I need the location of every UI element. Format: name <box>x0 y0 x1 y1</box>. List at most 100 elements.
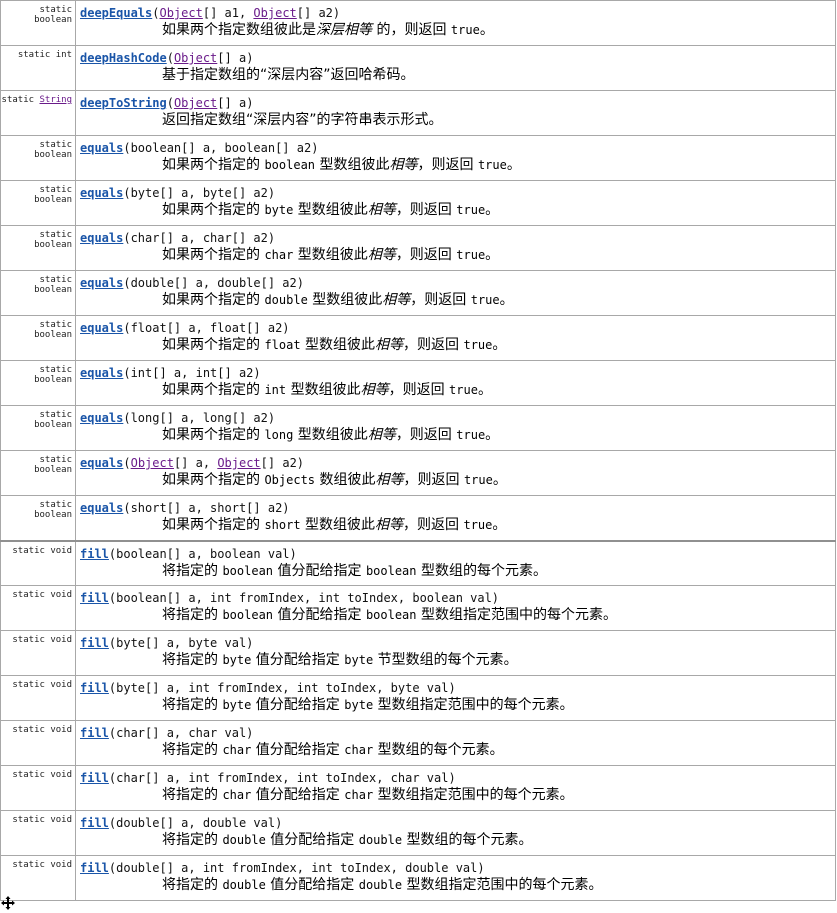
type-link[interactable]: Object <box>159 6 202 20</box>
code-text: boolean <box>222 608 274 622</box>
method-link-fill[interactable]: fill <box>80 726 109 740</box>
code-text: true <box>463 518 493 532</box>
modifier-cell: static boolean <box>0 405 76 451</box>
method-description: 如果两个指定的 double 型数组彼此相等，则返回 true。 <box>80 291 835 309</box>
code-text: true <box>463 473 493 487</box>
code-text: byte <box>344 698 374 712</box>
method-link-equals[interactable]: equals <box>80 276 123 290</box>
modifier-cell: static String <box>0 90 76 136</box>
code-text: byte <box>264 203 294 217</box>
method-link-deepHashCode[interactable]: deepHashCode <box>80 51 167 65</box>
param-text: (boolean[] a, boolean val) <box>108 546 297 561</box>
method-link-fill[interactable]: fill <box>80 816 109 830</box>
modifier-text: static void <box>12 770 72 780</box>
modifier-cell: static void <box>0 810 76 856</box>
method-link-equals[interactable]: equals <box>80 231 123 245</box>
param-text: (char[] a, char val) <box>108 726 254 740</box>
type-link[interactable]: Object <box>174 51 217 65</box>
code-text: byte <box>222 653 252 667</box>
param-text: [] a1, <box>202 6 254 20</box>
desc-text: 如果两个指定的 <box>162 517 265 533</box>
method-link-equals[interactable]: equals <box>80 321 123 335</box>
method-link-equals[interactable]: equals <box>80 411 123 425</box>
desc-text: ，则返回 <box>403 472 464 488</box>
method-link-equals[interactable]: equals <box>80 456 123 470</box>
type-link[interactable]: Object <box>131 456 174 470</box>
desc-text: 将指定的 <box>162 877 223 893</box>
code-text: true <box>449 383 478 397</box>
signature-cell: equals(float[] a, float[] a2) 如果两个指定的 flo… <box>75 315 836 361</box>
desc-text: ，则返回 <box>395 427 457 443</box>
method-link-fill[interactable]: fill <box>80 771 109 785</box>
desc-text: 如果两个指定数组彼此是 <box>162 22 316 38</box>
desc-text: 如果两个指定的 <box>162 382 265 398</box>
type-link[interactable]: Object <box>174 96 217 110</box>
desc-text: ，则返回 <box>395 202 457 218</box>
param-text: (double[] a, double val) <box>108 816 283 830</box>
method-signature: equals(byte[] a, byte[] a2) <box>80 185 835 201</box>
method-link-fill[interactable]: fill <box>80 681 109 695</box>
desc-text: 值分配给指定 <box>265 877 359 893</box>
method-link-deepToString[interactable]: deepToString <box>80 96 167 110</box>
signature-cell: equals(Object[] a, Object[] a2) 如果两个指定的 O… <box>75 450 836 496</box>
method-link-equals[interactable]: equals <box>80 186 123 200</box>
desc-text: ，则返回 <box>403 517 464 533</box>
method-description: 如果两个指定的 char 型数组彼此相等，则返回 true。 <box>80 246 835 264</box>
method-link-fill[interactable]: fill <box>80 547 109 561</box>
desc-text: 值分配给指定 <box>265 832 359 848</box>
modifier-text: static void <box>12 545 72 556</box>
method-description: 将指定的 char 值分配给指定 char 型数组指定范围中的每个元素。 <box>80 786 835 804</box>
desc-text: 。 <box>485 247 500 263</box>
method-link-fill[interactable]: fill <box>80 636 109 650</box>
desc-text: 值分配给指定 <box>251 697 345 713</box>
param-text: [] a2) <box>296 6 341 20</box>
signature-cell: equals(byte[] a, byte[] a2) 如果两个指定的 byte … <box>75 180 836 226</box>
modifier-text: static boolean <box>34 320 72 340</box>
method-link-fill[interactable]: fill <box>80 591 109 605</box>
code-text: true <box>450 23 480 37</box>
modifier-text: static void <box>12 590 72 600</box>
method-link-equals[interactable]: equals <box>80 141 123 155</box>
desc-text: 。 <box>485 427 500 443</box>
table-row: static boolean equals(float[] a, float[] … <box>0 315 836 361</box>
signature-cell: deepToString(Object[] a) 返回指定数组“深层内容”的字符串… <box>75 90 836 136</box>
modifier-cell: static void <box>0 630 76 676</box>
type-link[interactable]: Object <box>253 6 296 20</box>
signature-cell: fill(boolean[] a, boolean val) 将指定的 boole… <box>75 539 836 586</box>
desc-text: 值分配给指定 <box>251 787 345 803</box>
table-row: static boolean equals(short[] a, short[] … <box>0 495 836 541</box>
modifier-text: static boolean <box>34 140 72 160</box>
desc-text: ，则返回 <box>403 337 464 353</box>
code-text: char <box>222 743 252 757</box>
method-description: 如果两个指定的 short 型数组彼此相等，则返回 true。 <box>80 516 835 534</box>
method-link-deepEquals[interactable]: deepEquals <box>80 6 152 20</box>
modifier-text: static boolean <box>34 230 72 250</box>
desc-text: 。 <box>492 337 507 353</box>
method-link-fill[interactable]: fill <box>80 861 109 875</box>
signature-cell: fill(char[] a, int fromIndex, int toInde… <box>75 765 836 811</box>
code-text: byte <box>222 698 252 712</box>
desc-text: 将指定的 <box>162 742 223 758</box>
desc-text: 基于指定数组的“深层内容”返回哈希码。 <box>162 67 415 83</box>
method-link-equals[interactable]: equals <box>80 366 123 380</box>
table-row: static void fill(double[] a, double val) 将… <box>0 810 836 856</box>
desc-text: 型数组的每个元素。 <box>416 562 547 579</box>
table-row: static void fill(double[] a, int fromInde… <box>0 855 836 901</box>
method-signature: fill(boolean[] a, boolean val) <box>80 546 835 562</box>
modifier-cell: static boolean <box>0 180 76 226</box>
method-signature: equals(boolean[] a, boolean[] a2) <box>80 140 835 156</box>
code-text: true <box>456 203 486 217</box>
method-signature: equals(long[] a, long[] a2) <box>80 410 835 426</box>
return-type-link[interactable]: String <box>39 95 72 105</box>
param-text: (long[] a, long[] a2) <box>123 411 276 425</box>
modifier-cell: static void <box>0 855 76 901</box>
desc-text: 型数组指定范围中的每个元素。 <box>416 607 617 623</box>
method-summary-table: static boolean deepEquals(Object[] a1, Ob… <box>0 0 836 901</box>
desc-text: 节型数组的每个元素。 <box>373 652 518 668</box>
type-link[interactable]: Object <box>217 456 260 470</box>
desc-text: 将指定的 <box>162 832 223 848</box>
param-text: (float[] a, float[] a2) <box>123 321 290 335</box>
modifier-cell: static void <box>0 765 76 811</box>
modifier-text: static int <box>17 50 72 60</box>
method-link-equals[interactable]: equals <box>80 501 123 515</box>
